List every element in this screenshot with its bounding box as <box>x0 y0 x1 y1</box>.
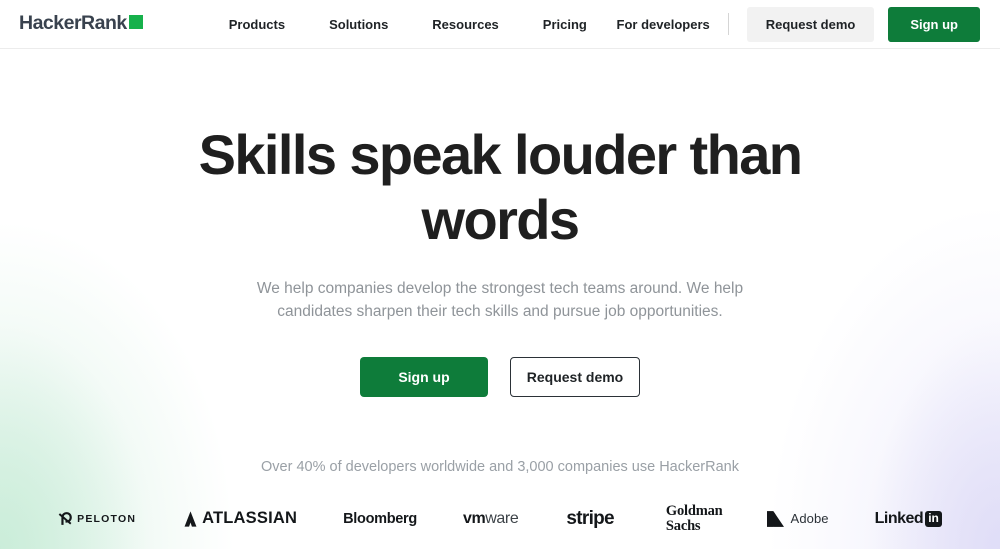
header-divider <box>727 13 729 35</box>
peloton-wordmark: PELOTON <box>77 512 137 525</box>
nav-item-products[interactable]: Products <box>207 9 307 40</box>
logo-atlassian: ATLASSIAN <box>184 509 297 528</box>
atlassian-icon <box>184 511 197 527</box>
logo-square-icon <box>128 15 143 30</box>
header-request-demo-button[interactable]: Request demo <box>746 6 875 42</box>
goldman-sachs-wordmark: Goldman Sachs <box>666 504 723 534</box>
logo-linkedin: Linked in <box>875 510 942 528</box>
adobe-icon <box>766 510 784 527</box>
logo-stripe: stripe <box>566 508 614 530</box>
nav-item-solutions[interactable]: Solutions <box>307 9 410 40</box>
hero-cta-row: Sign up Request demo <box>0 357 1000 397</box>
hero-subheadline: We help companies develop the strongest … <box>256 279 744 321</box>
logo-goldman-sachs: Goldman Sachs <box>666 504 723 534</box>
logo-vmware: vmware <box>462 509 519 528</box>
vmware-vm-text: vm <box>462 509 486 527</box>
logo-peloton: PELOTON <box>58 511 136 526</box>
for-developers-link[interactable]: For developers <box>617 17 728 32</box>
adobe-wordmark: Adobe <box>790 511 829 527</box>
hero-request-demo-button[interactable]: Request demo <box>510 357 640 397</box>
site-header: HackerRank Products Solutions Resources … <box>0 0 1000 49</box>
stripe-wordmark: stripe <box>566 507 614 529</box>
main-navigation: Products Solutions Resources Pricing <box>207 9 609 40</box>
goldman-line-1: Goldman <box>665 503 723 519</box>
hero-sign-up-button[interactable]: Sign up <box>360 357 488 397</box>
linkedin-wordmark: Linked <box>874 509 924 527</box>
hero-section: Skills speak louder than words We help c… <box>0 49 1000 534</box>
logo-adobe: Adobe <box>766 510 829 527</box>
nav-item-pricing[interactable]: Pricing <box>521 9 609 40</box>
vmware-ware-text: ware <box>485 509 519 527</box>
customer-logo-strip: PELOTON ATLASSIAN Bloomberg vmware strip… <box>0 504 1000 534</box>
vmware-wordmark: vmware <box>462 509 519 528</box>
page-title: Skills speak louder than words <box>198 123 803 251</box>
atlassian-wordmark: ATLASSIAN <box>202 509 298 528</box>
logo-bloomberg: Bloomberg <box>343 511 417 527</box>
social-proof-text: Over 40% of developers worldwide and 3,0… <box>261 459 739 475</box>
peloton-icon <box>58 512 72 526</box>
bloomberg-wordmark: Bloomberg <box>343 510 417 527</box>
header-sign-up-button[interactable]: Sign up <box>888 6 980 42</box>
linkedin-in-badge-icon: in <box>925 511 942 527</box>
logo-wordmark: HackerRank <box>19 12 127 35</box>
nav-item-resources[interactable]: Resources <box>410 9 520 40</box>
header-actions: For developers Request demo Sign up <box>617 6 980 42</box>
goldman-line-2: Sachs <box>665 517 701 534</box>
hackerrank-logo[interactable]: HackerRank <box>19 14 143 34</box>
